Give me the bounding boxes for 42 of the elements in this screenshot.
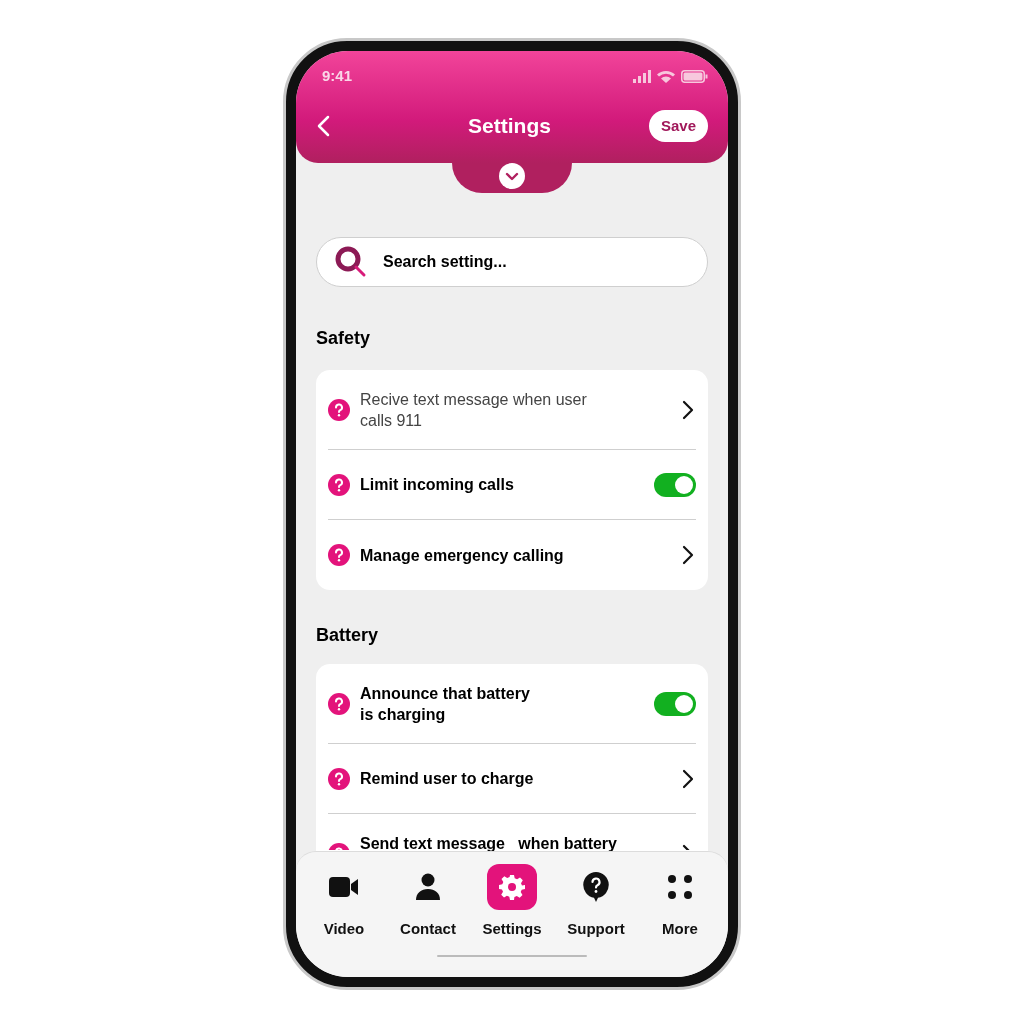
signal-icon (633, 69, 651, 83)
person-icon (415, 873, 441, 901)
chevron-down-icon (505, 171, 519, 181)
section-heading: Battery (316, 624, 380, 647)
gear-icon (499, 874, 525, 900)
four-dots-icon (667, 874, 693, 900)
search-input[interactable]: Search setting... (383, 250, 689, 274)
setting-label: Send text message when battery (360, 834, 617, 854)
help-icon[interactable] (328, 692, 350, 715)
settings-row[interactable]: Remind user to charge (328, 744, 696, 814)
help-bubble-icon (583, 872, 609, 902)
nav-tab[interactable]: Video (304, 864, 384, 941)
search-icon (335, 246, 367, 278)
settings-row[interactable]: Recive text message when user calls 911 (328, 370, 696, 450)
expand-button[interactable] (499, 163, 525, 189)
settings-row[interactable]: Limit incoming calls (328, 450, 696, 520)
back-icon (316, 114, 330, 137)
setting-label: Announce that battery is charging (360, 683, 531, 725)
setting-label: Limit incoming calls (360, 475, 514, 495)
setting-label: Remind user to charge (360, 769, 534, 789)
toggle-switch[interactable] (654, 472, 696, 497)
search-bar[interactable]: Search setting... (316, 237, 708, 287)
nav-tab[interactable]: Settings (472, 864, 552, 941)
wifi-icon (657, 69, 675, 83)
settings-row[interactable]: Announce that battery is charging (328, 664, 696, 744)
nav-tab[interactable]: More (640, 864, 720, 941)
save-button[interactable]: Save (648, 109, 708, 142)
help-icon[interactable] (328, 544, 350, 566)
toggle-switch[interactable] (654, 691, 696, 716)
help-icon[interactable] (328, 473, 350, 496)
settings-row[interactable]: Manage emergency calling (328, 520, 696, 590)
status-time: 9:41 (321, 66, 353, 86)
help-icon[interactable] (328, 767, 350, 790)
nav-tab[interactable]: Contact (388, 864, 468, 941)
screen-title: Settings (468, 113, 551, 139)
setting-label: Manage emergency calling (360, 545, 564, 566)
setting-label: Recive text message when user calls 911 (360, 389, 588, 431)
help-icon[interactable] (328, 398, 350, 421)
section-heading: Safety (316, 327, 372, 350)
video-camera-icon (329, 876, 359, 898)
battery-icon (681, 69, 708, 83)
nav-tab[interactable]: Support (556, 864, 636, 941)
